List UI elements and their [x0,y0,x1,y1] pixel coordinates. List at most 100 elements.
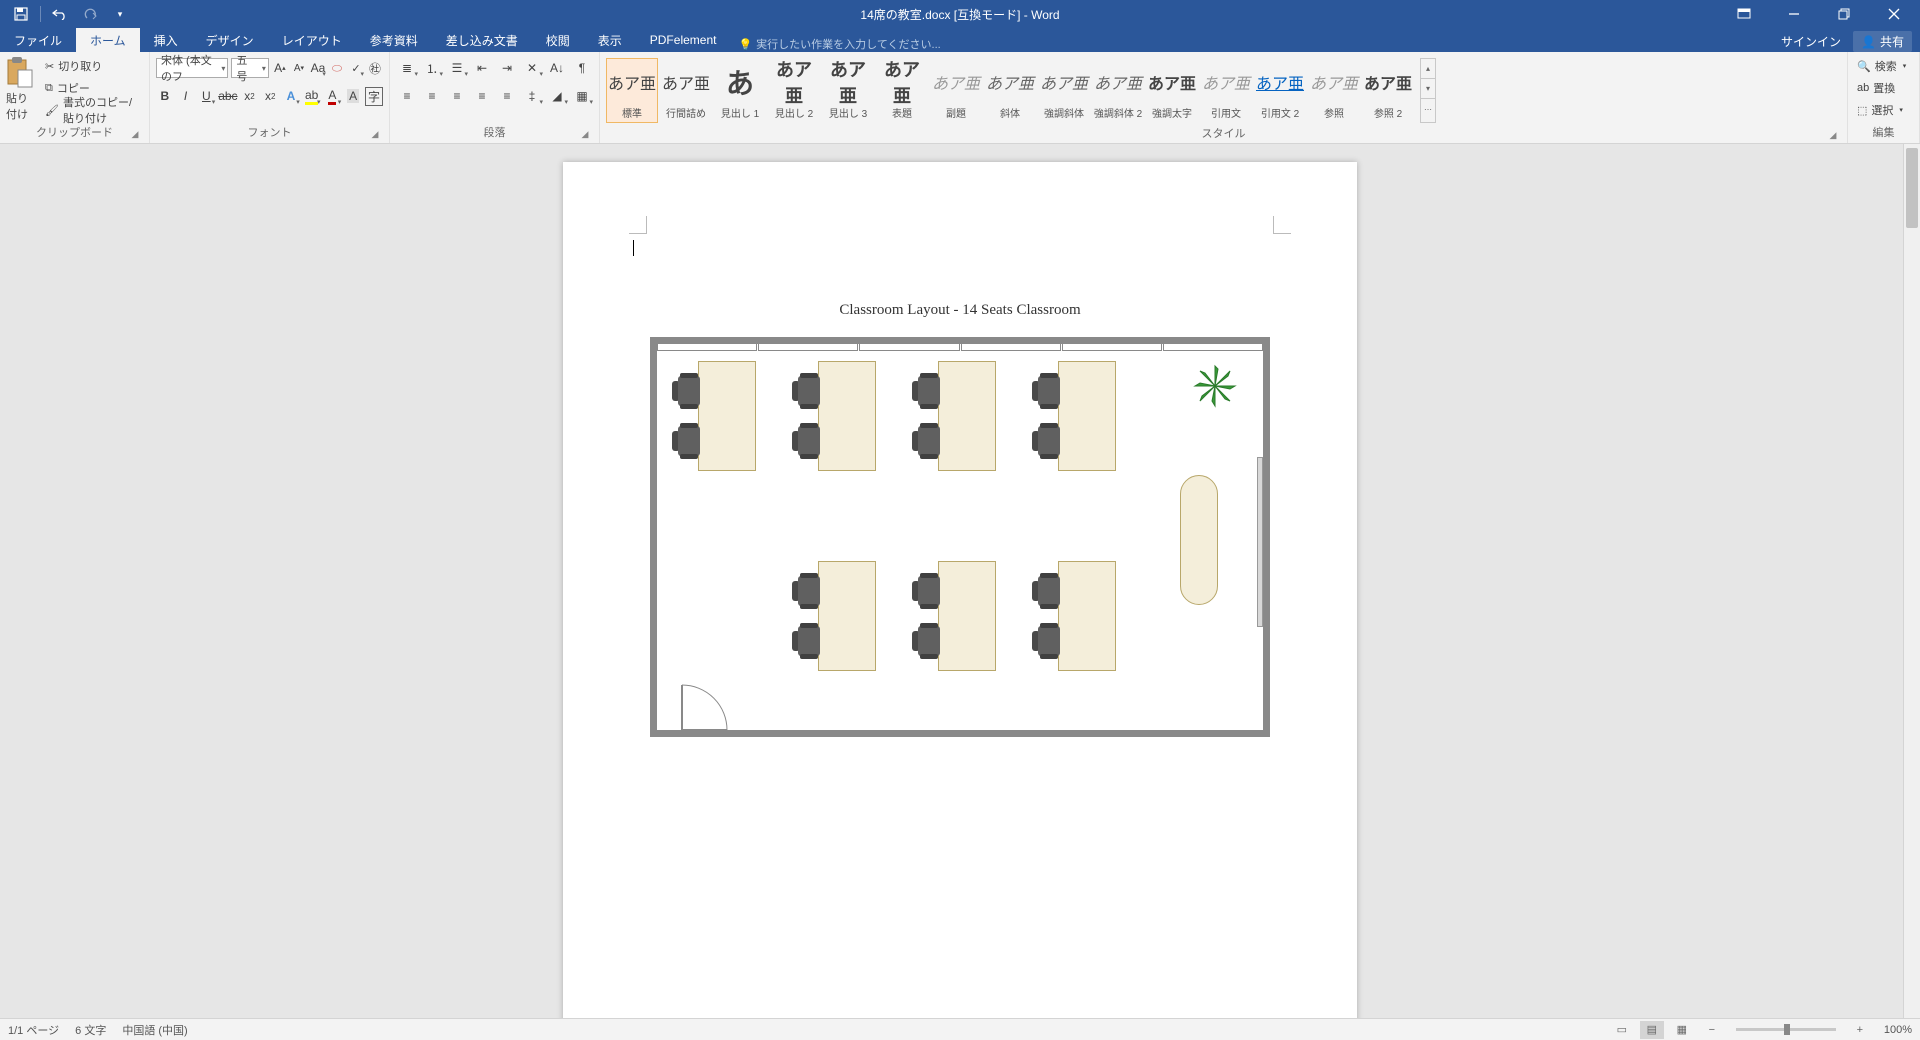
grow-font-button[interactable]: A▴ [272,57,288,79]
clear-format-button[interactable]: ⬭ [329,57,345,79]
style-斜体[interactable]: あア亜斜体 [984,58,1036,123]
styles-launcher[interactable]: ◢ [1827,129,1839,141]
highlight-button[interactable]: ab [303,85,321,107]
style-強調斜体[interactable]: あア亜強調斜体 [1038,58,1090,123]
superscript-button[interactable]: x2 [261,85,279,107]
format-painter-button[interactable]: 🖌書式のコピー/貼り付け [42,100,143,120]
tab-mailings[interactable]: 差し込み文書 [432,28,532,52]
gallery-more[interactable]: ⋯ [1421,99,1435,119]
gallery-down[interactable]: ▾ [1421,79,1435,99]
align-right-button[interactable]: ≡ [446,85,468,107]
tab-view[interactable]: 表示 [584,28,636,52]
page[interactable]: Classroom Layout - 14 Seats Classroom [563,162,1357,1018]
clipboard-launcher[interactable]: ◢ [129,128,141,140]
maximize-button[interactable] [1822,0,1866,28]
font-launcher[interactable]: ◢ [369,128,381,140]
read-mode-button[interactable]: ▭ [1610,1021,1634,1039]
select-button[interactable]: ⬚選択▾ [1854,100,1909,120]
signin-link[interactable]: サインイン [1781,33,1841,50]
scroll-thumb[interactable] [1906,148,1918,228]
style-表題[interactable]: あア亜表題 [876,58,928,123]
word-count[interactable]: 6 文字 [75,1022,106,1038]
page-status[interactable]: 1/1 ページ [8,1022,59,1038]
qat-customize[interactable]: ▾ [107,2,133,26]
gallery-up[interactable]: ▴ [1421,59,1435,79]
align-left-button[interactable]: ≡ [396,85,418,107]
increase-indent-button[interactable]: ⇥ [496,57,518,79]
borders-button[interactable]: ▦ [571,85,593,107]
font-size-combo[interactable]: 五号 [231,58,268,78]
justify-button[interactable]: ≡ [471,85,493,107]
phonetic-guide-button[interactable]: ✓ [348,57,364,79]
bold-button[interactable]: B [156,85,174,107]
style-gallery[interactable]: あア亜標準あア亜行間詰めあ見出し 1あア亜見出し 2あア亜見出し 3あア亜表題あ… [606,56,1414,123]
style-見出し 3[interactable]: あア亜見出し 3 [822,58,874,123]
change-case-button[interactable]: Aa [310,57,326,79]
replace-button[interactable]: ab置換 [1854,78,1909,98]
tab-pdfelement[interactable]: PDFelement [636,28,731,52]
minimize-button[interactable] [1772,0,1816,28]
font-name-combo[interactable]: 宋体 (本文のフ [156,58,228,78]
save-button[interactable] [8,2,34,26]
shading-button[interactable]: ◢ [546,85,568,107]
vertical-scrollbar[interactable] [1903,144,1920,1018]
zoom-slider[interactable] [1736,1028,1836,1031]
distribute-button[interactable]: ≡ [496,85,518,107]
style-見出し 2[interactable]: あア亜見出し 2 [768,58,820,123]
asian-layout-button[interactable]: ✕ [521,57,543,79]
tab-layout[interactable]: レイアウト [268,28,356,52]
web-layout-button[interactable]: ▦ [1670,1021,1694,1039]
style-強調太字[interactable]: あア亜強調太字 [1146,58,1198,123]
line-spacing-button[interactable]: ‡ [521,85,543,107]
char-shading-button[interactable]: A [344,85,362,107]
style-行間詰め[interactable]: あア亜行間詰め [660,58,712,123]
tell-me-search[interactable]: 💡 実行したい作業を入力してください... [738,36,940,52]
decrease-indent-button[interactable]: ⇤ [471,57,493,79]
tab-references[interactable]: 参考資料 [356,28,432,52]
print-layout-button[interactable]: ▤ [1640,1021,1664,1039]
cut-button[interactable]: ✂切り取り [42,56,143,76]
strikethrough-button[interactable]: abc [218,85,237,107]
redo-button[interactable] [77,2,103,26]
italic-button[interactable]: I [177,85,195,107]
style-引用文[interactable]: あア亜引用文 [1200,58,1252,123]
undo-button[interactable] [47,2,73,26]
style-参照[interactable]: あア亜参照 [1308,58,1360,123]
style-副題[interactable]: あア亜副題 [930,58,982,123]
style-強調斜体 2[interactable]: あア亜強調斜体 2 [1092,58,1144,123]
text-effects-button[interactable]: A [282,85,300,107]
zoom-in-button[interactable]: + [1848,1021,1872,1039]
share-button[interactable]: 👤共有 [1853,31,1912,52]
shrink-font-button[interactable]: A▾ [291,57,307,79]
char-border-button[interactable]: 字 [365,85,383,107]
bullets-button[interactable]: ≣ [396,57,418,79]
underline-button[interactable]: U [197,85,215,107]
style-見出し 1[interactable]: あ見出し 1 [714,58,766,123]
tab-design[interactable]: デザイン [192,28,268,52]
tab-file[interactable]: ファイル [0,28,76,52]
align-center-button[interactable]: ≡ [421,85,443,107]
paragraph-launcher[interactable]: ◢ [579,128,591,140]
numbering-button[interactable]: ⒈ [421,57,443,79]
tab-insert[interactable]: 挿入 [140,28,192,52]
style-標準[interactable]: あア亜標準 [606,58,658,123]
paste-button[interactable]: 貼り付け [6,56,38,122]
zoom-out-button[interactable]: − [1700,1021,1724,1039]
tab-home[interactable]: ホーム [76,28,140,52]
font-color-button[interactable]: A [324,85,342,107]
multilevel-icon: ☰ [452,61,463,75]
style-参照 2[interactable]: あア亜参照 2 [1362,58,1414,123]
ribbon-options-button[interactable] [1722,0,1766,28]
zoom-level[interactable]: 100% [1884,1024,1912,1036]
subscript-button[interactable]: x2 [241,85,259,107]
showmarks-button[interactable]: ¶ [571,57,593,79]
enclose-char-button[interactable]: ㊓ [367,57,383,79]
group-editing: 🔍検索▾ ab置換 ⬚選択▾ 編集 [1848,52,1920,143]
style-引用文 2[interactable]: あア亜引用文 2 [1254,58,1306,123]
find-button[interactable]: 🔍検索▾ [1854,56,1909,76]
sort-button[interactable]: A↓ [546,57,568,79]
language-status[interactable]: 中国語 (中国) [122,1022,187,1038]
close-button[interactable] [1872,0,1916,28]
multilevel-button[interactable]: ☰ [446,57,468,79]
tab-review[interactable]: 校閲 [532,28,584,52]
